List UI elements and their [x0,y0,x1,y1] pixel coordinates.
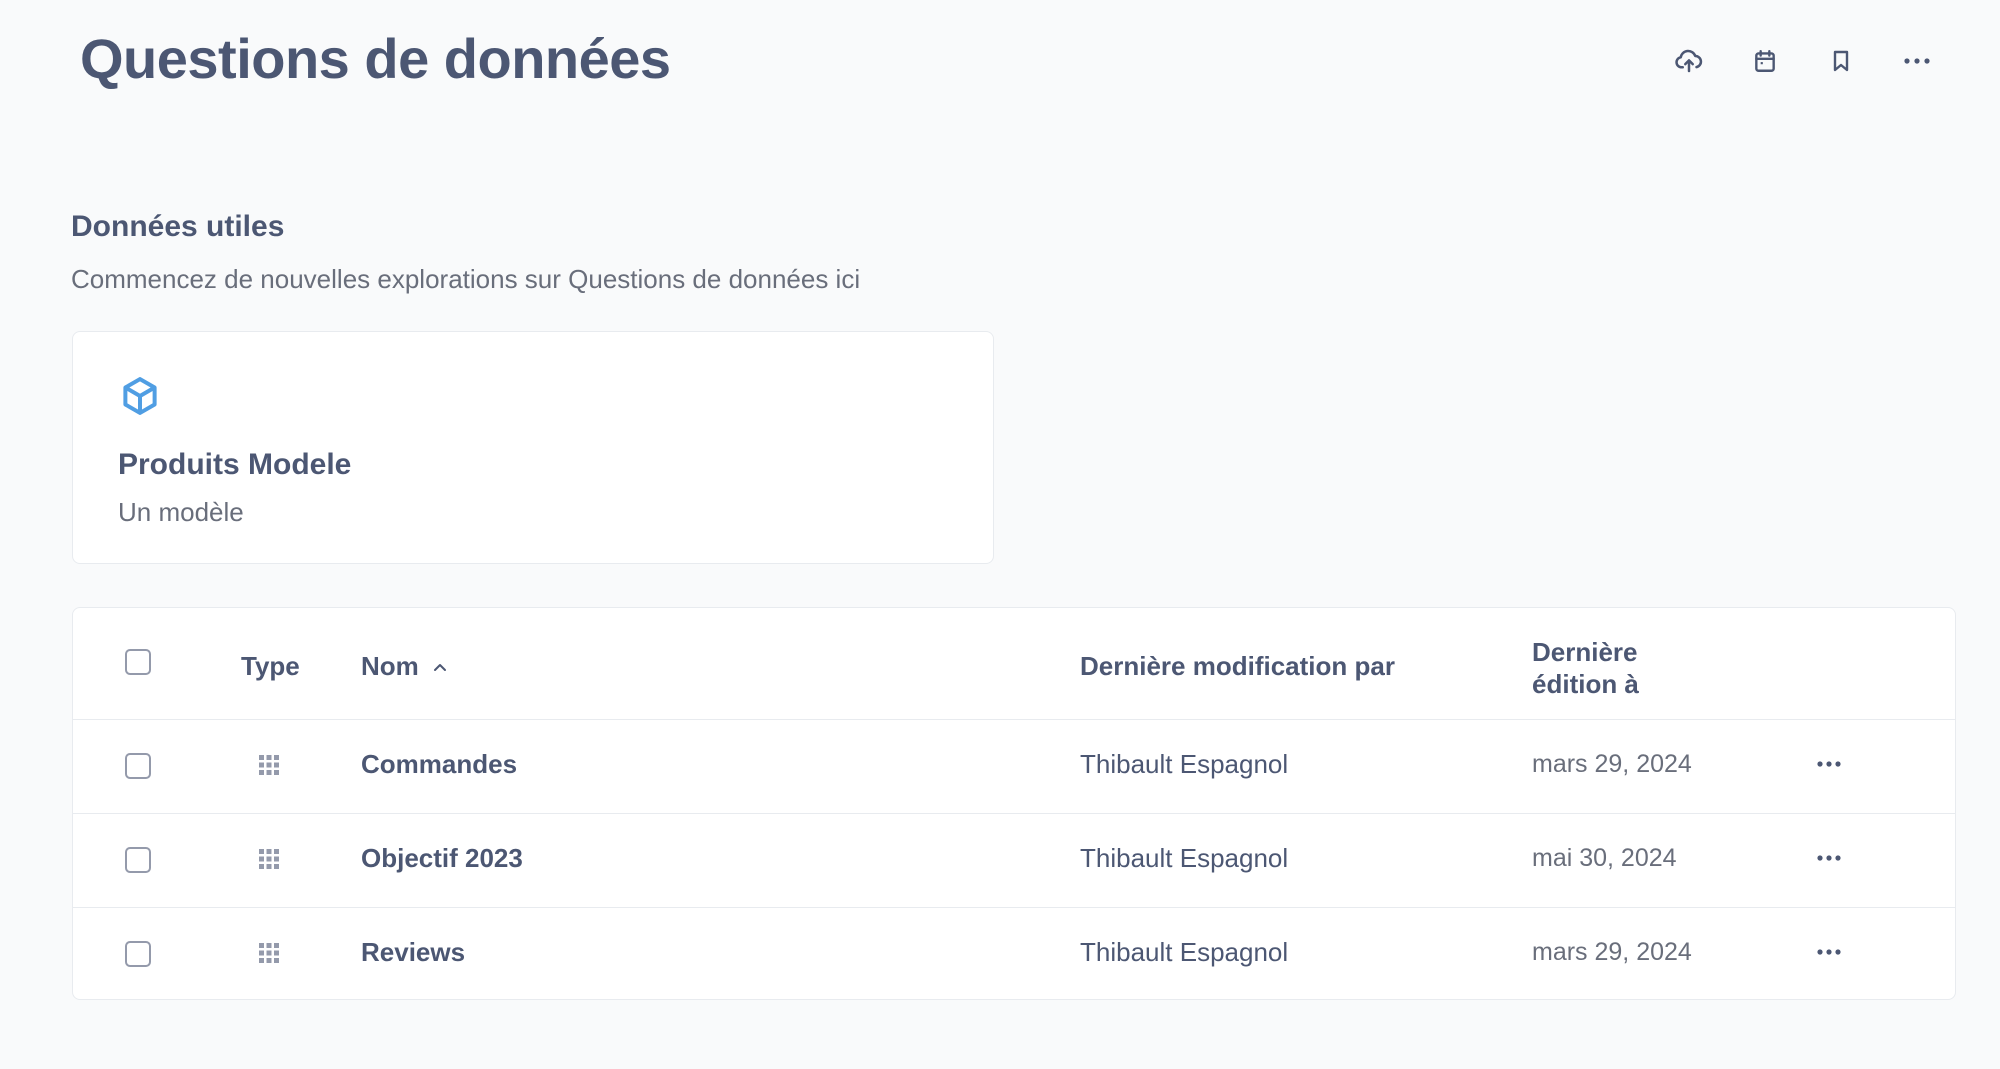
table-row[interactable]: Objectif 2023 Thibault Espagnol mai 30, … [73,813,1955,908]
calendar-icon [1755,50,1775,72]
row-menu-button[interactable] [1809,749,1849,779]
bookmark-icon [1833,50,1849,72]
row-checkbox[interactable] [125,847,151,873]
row-name-link[interactable]: Reviews [361,937,465,968]
page-title: Questions de données [80,27,671,90]
table-row[interactable]: Commandes Thibault Espagnol mars 29, 202… [73,719,1955,814]
header-name-label: Nom [361,651,419,681]
more-icon [1817,761,1841,767]
header-modified-by[interactable]: Dernière modification par [1080,651,1395,682]
header-type[interactable]: Type [241,651,300,682]
more-button[interactable] [1898,42,1936,80]
calendar-button[interactable] [1746,42,1784,80]
row-name-link[interactable]: Commandes [361,749,517,780]
row-name-link[interactable]: Objectif 2023 [361,843,523,874]
items-table: Type Nom Dernière modification par Derni… [72,607,1956,1000]
grid-icon [259,755,279,775]
cube-icon [123,377,157,415]
grid-icon [259,849,279,869]
header-edited-at[interactable]: Dernière édition à [1532,636,1639,700]
sort-ascending-icon [434,664,447,671]
header-edited-at-line1: Dernière [1532,637,1638,667]
model-card-subtitle: Un modèle [118,497,244,527]
row-checkbox[interactable] [125,753,151,779]
row-modified-by: Thibault Espagnol [1080,749,1289,779]
model-card[interactable]: Produits Modele Un modèle [72,331,994,564]
row-menu-button[interactable] [1809,937,1849,967]
more-icon [1904,58,1930,64]
row-edited-at: mars 29, 2024 [1532,938,1692,966]
section-description: Commencez de nouvelles explorations sur … [71,264,861,294]
row-modified-by: Thibault Espagnol [1080,843,1289,873]
row-checkbox[interactable] [125,941,151,967]
grid-icon [259,943,279,963]
table-row[interactable]: Reviews Thibault Espagnol mars 29, 2024 [73,907,1955,999]
upload-icon [1675,49,1703,73]
table-header: Type Nom Dernière modification par Derni… [73,608,1955,720]
header-name[interactable]: Nom [361,651,448,682]
select-all-checkbox[interactable] [125,649,151,675]
row-edited-at: mai 30, 2024 [1532,844,1677,872]
row-menu-button[interactable] [1809,843,1849,873]
bookmark-button[interactable] [1822,42,1860,80]
upload-button[interactable] [1670,42,1708,80]
row-modified-by: Thibault Espagnol [1080,937,1289,967]
header-actions [1670,42,1936,80]
header-edited-at-line2: édition à [1532,669,1639,699]
row-edited-at: mars 29, 2024 [1532,750,1692,778]
section-title: Données utiles [71,210,285,243]
more-icon [1817,949,1841,955]
more-icon [1817,855,1841,861]
model-card-title: Produits Modele [118,448,352,481]
